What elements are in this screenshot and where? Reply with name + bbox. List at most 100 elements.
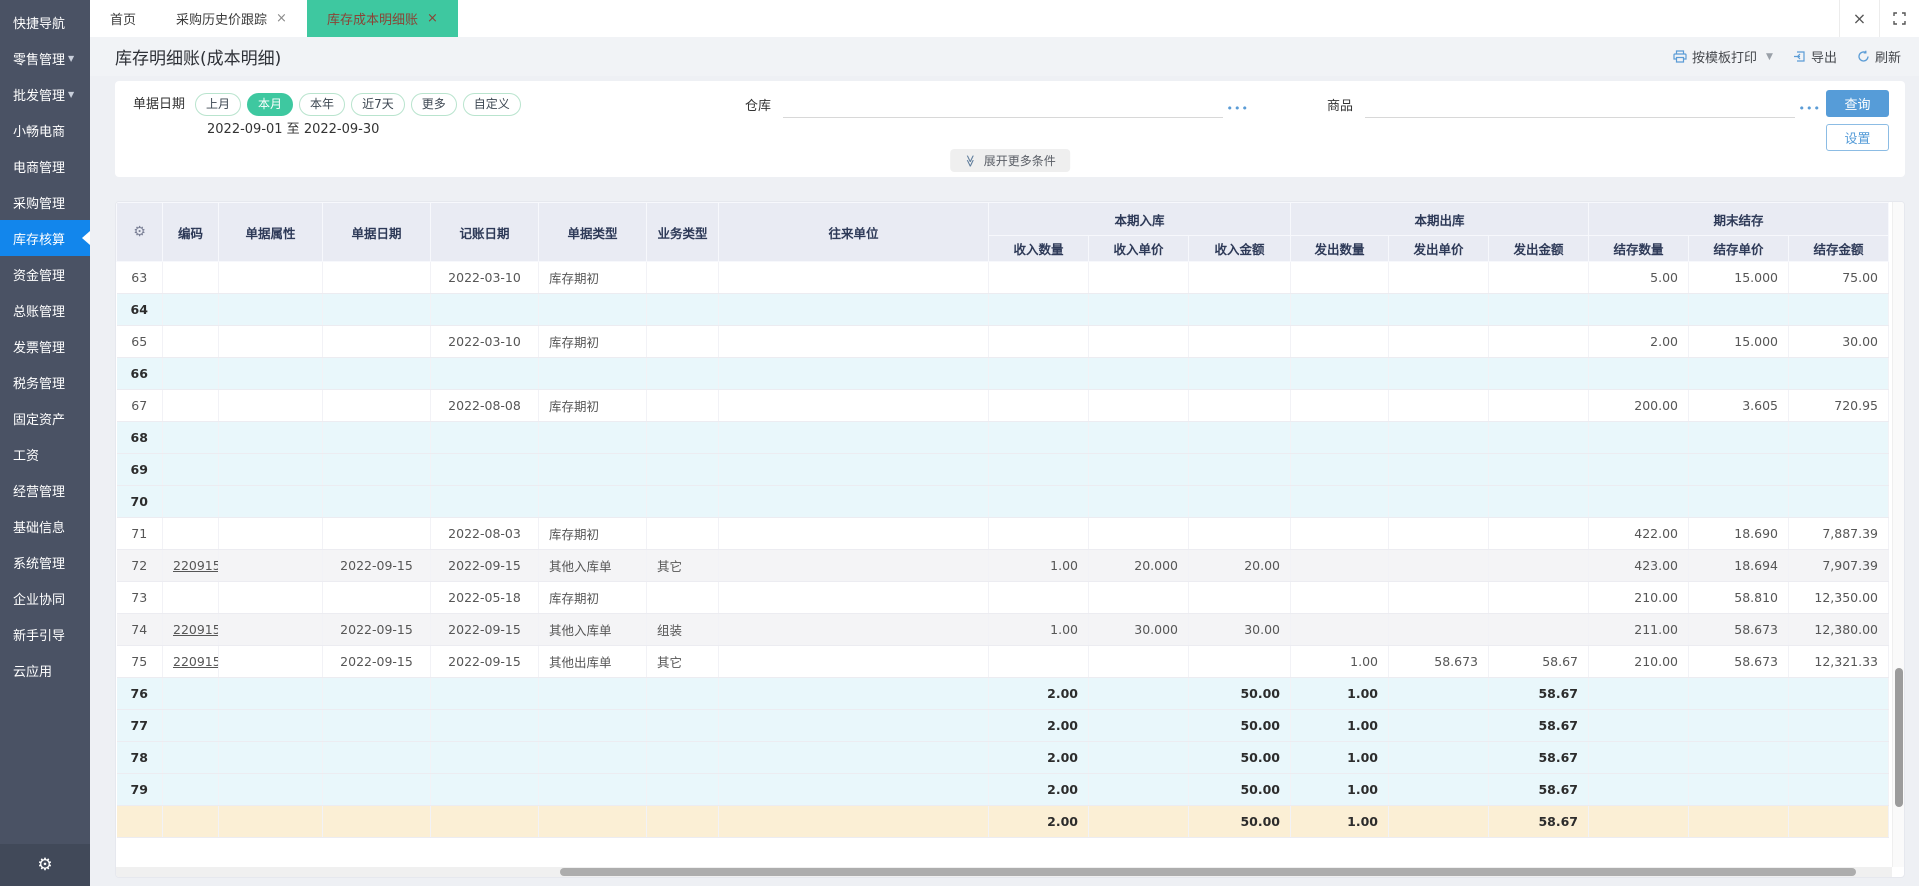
document-code-link[interactable]: 220915-0 [173, 622, 218, 637]
sidebar-item[interactable]: 发票管理 [0, 328, 90, 364]
table-row[interactable]: 75220915-02022-09-152022-09-15其他出库单其它1.0… [116, 645, 1889, 678]
cell-bal_amt [1788, 741, 1889, 774]
table-row[interactable]: 73 2022-05-18 库存期初 210.00 58.810 12,350.00 [116, 581, 1889, 614]
sidebar-item[interactable]: 资金管理 [0, 256, 90, 292]
product-more-button[interactable]: ••• [1799, 102, 1821, 115]
table-row[interactable]: 72220915-02022-09-152022-09-15其他入库单其它1.0… [116, 549, 1889, 582]
table-row[interactable]: 63 2022-03-10 库存期初 5.00 15.000 75.00 [116, 261, 1889, 294]
tab[interactable]: 首页 [90, 0, 156, 37]
sidebar-item[interactable]: 基础信息 [0, 508, 90, 544]
refresh-button[interactable]: 刷新 [1857, 47, 1901, 66]
cell-book_date [430, 741, 539, 774]
sidebar-item[interactable]: 经营管理 [0, 472, 90, 508]
sidebar-item[interactable]: 小畅电商 [0, 112, 90, 148]
cell-partner [718, 357, 989, 390]
tabs: 首页 采购历史价跟踪 × 库存成本明细账 × [90, 0, 458, 37]
sidebar-settings-button[interactable]: ⚙ [0, 844, 90, 886]
date-chip[interactable]: 上月 [195, 93, 242, 116]
vertical-scrollbar-thumb[interactable] [1895, 667, 1903, 808]
cell-in_qty: 2.00 [988, 741, 1089, 774]
close-icon: × [1852, 9, 1867, 28]
sidebar-item[interactable]: 快捷导航 [0, 4, 90, 40]
date-chip[interactable]: 更多 [410, 93, 457, 116]
table-row[interactable]: 79 2.00 50.00 1.00 58.67 [116, 773, 1889, 806]
fullscreen-button[interactable] [1879, 0, 1919, 37]
cell-biz_type [646, 677, 719, 710]
expand-more-conditions-button[interactable]: ≫ 展开更多条件 [950, 149, 1070, 172]
sidebar-item-label: 云应用 [13, 664, 53, 680]
document-code-link[interactable]: 220915-0 [173, 654, 218, 669]
sidebar-item[interactable]: 工资 [0, 436, 90, 472]
date-chip[interactable]: 本年 [299, 93, 346, 116]
tab-close-icon[interactable]: × [427, 11, 438, 26]
document-code-link[interactable]: 220915-0 [173, 558, 218, 573]
sidebar-item[interactable]: 零售管理 ▼ [0, 40, 90, 76]
horizontal-scrollbar[interactable] [116, 867, 1892, 877]
column-header-biz_type: 业务类型 [646, 202, 719, 262]
cell-book_date: 2022-03-10 [430, 325, 539, 358]
sidebar-item[interactable]: 固定资产 [0, 400, 90, 436]
sidebar-item[interactable]: 电商管理 [0, 148, 90, 184]
warehouse-more-button[interactable]: ••• [1227, 102, 1249, 115]
sidebar-item[interactable]: 库存核算 [0, 220, 90, 256]
close-all-button[interactable]: × [1839, 0, 1879, 37]
export-button[interactable]: 导出 [1793, 47, 1837, 66]
sidebar-item[interactable]: 新手引导 [0, 616, 90, 652]
table-row[interactable]: 65 2022-03-10 库存期初 2.00 15.000 30.00 [116, 325, 1889, 358]
sidebar-item[interactable]: 企业协同 [0, 580, 90, 616]
cell-code [162, 805, 219, 838]
cell-doc_date [322, 773, 431, 806]
cell-bal_price [1688, 293, 1789, 326]
cell-in_amt [1188, 389, 1291, 422]
cell-in_amt: 50.00 [1188, 709, 1291, 742]
cell-in_amt [1188, 645, 1291, 678]
table-row[interactable]: 2.00 50.00 1.00 58.67 [116, 805, 1889, 838]
sidebar-item[interactable]: 税务管理 [0, 364, 90, 400]
cell-out_price [1388, 549, 1489, 582]
tab[interactable]: 采购历史价跟踪 × [156, 0, 307, 37]
table-row[interactable]: 66 [116, 357, 1889, 390]
date-chip[interactable]: 近7天 [351, 93, 405, 116]
table-row[interactable]: 69 [116, 453, 1889, 486]
sidebar-item[interactable]: 系统管理 [0, 544, 90, 580]
sidebar-item[interactable]: 采购管理 [0, 184, 90, 220]
sidebar-item-label: 基础信息 [13, 520, 66, 536]
sidebar-item[interactable]: 总账管理 [0, 292, 90, 328]
vertical-scrollbar[interactable] [1892, 202, 1904, 867]
cell-code [162, 293, 219, 326]
sidebar-item[interactable]: 批发管理 ▼ [0, 76, 90, 112]
table-row[interactable]: 64 [116, 293, 1889, 326]
cell-in_amt [1188, 357, 1291, 390]
product-input[interactable]: ••• [1365, 96, 1820, 118]
cell-doc_date [322, 709, 431, 742]
table-row[interactable]: 78 2.00 50.00 1.00 58.67 [116, 741, 1889, 774]
table-row[interactable]: 71 2022-08-03 库存期初 422.00 18.690 7,887.39 [116, 517, 1889, 550]
toolbar: 按模板打印 ▼ 导出 刷新 [1673, 47, 1901, 66]
table-row[interactable]: 70 [116, 485, 1889, 518]
table-row[interactable]: 76 2.00 50.00 1.00 58.67 [116, 677, 1889, 710]
cell-book_date: 2022-05-18 [430, 581, 539, 614]
table-row[interactable]: 74220915-02022-09-152022-09-15其他入库单组装1.0… [116, 613, 1889, 646]
column-settings-gear-icon[interactable]: ⚙ [133, 224, 146, 240]
sidebar-item[interactable]: 云应用 [0, 652, 90, 688]
date-chip[interactable]: 本月 [247, 93, 294, 116]
tab[interactable]: 库存成本明细账 × [306, 0, 458, 37]
tab-close-icon[interactable]: × [276, 11, 287, 26]
sidebar-items: 快捷导航 零售管理 ▼ 批发管理 ▼ 小畅电商 电商管理 采购管理 库存核算 资金管理 总账管理 发票… [0, 0, 90, 844]
print-by-template-button[interactable]: 按模板打印 ▼ [1673, 47, 1773, 66]
query-button[interactable]: 查询 [1826, 90, 1889, 117]
table-row[interactable]: 77 2.00 50.00 1.00 58.67 [116, 709, 1889, 742]
cell-in_amt: 50.00 [1188, 677, 1291, 710]
cell-in_qty [988, 485, 1089, 518]
settings-button[interactable]: 设置 [1826, 124, 1889, 151]
table-row[interactable]: 68 [116, 421, 1889, 454]
cell-in_qty: 2.00 [988, 773, 1089, 806]
export-icon [1793, 51, 1805, 62]
date-chip[interactable]: 自定义 [462, 93, 521, 116]
warehouse-input[interactable]: ••• [783, 96, 1248, 118]
cell-bal_price: 18.694 [1688, 549, 1789, 582]
horizontal-scrollbar-thumb[interactable] [560, 868, 1857, 876]
cell-book_date [430, 773, 539, 806]
table-row[interactable]: 67 2022-08-08 库存期初 200.00 3.605 720.95 [116, 389, 1889, 422]
cell-in_price [1088, 709, 1189, 742]
